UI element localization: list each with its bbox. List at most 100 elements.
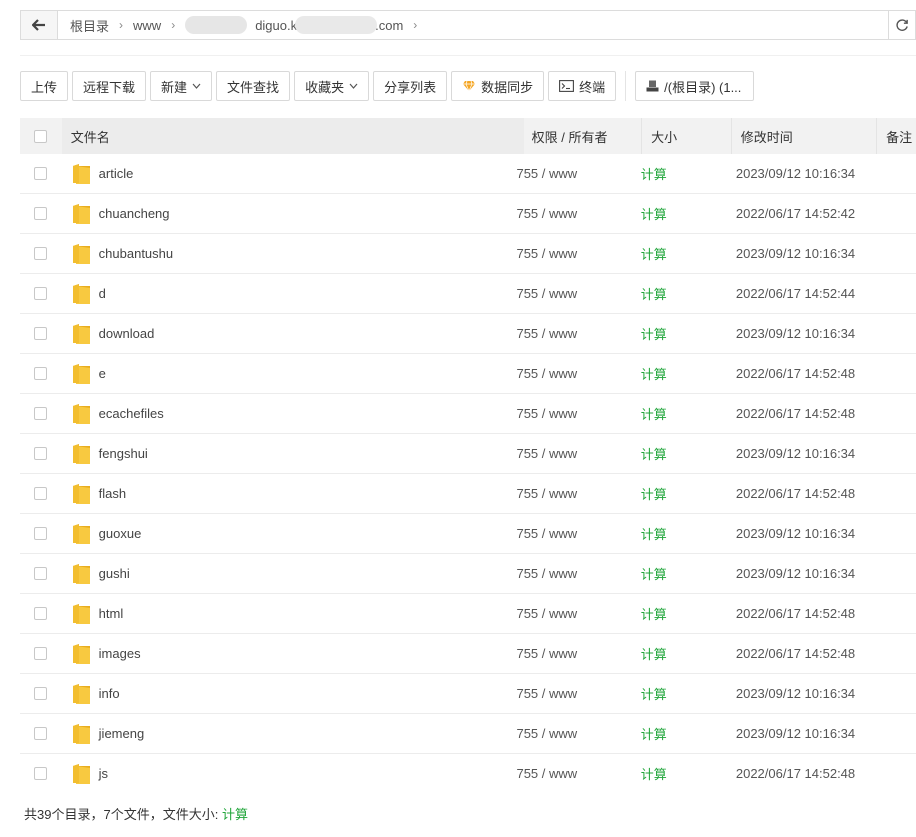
row-checkbox[interactable]	[33, 647, 47, 660]
remote-download-button[interactable]: 远程下载	[72, 71, 147, 101]
row-checkbox[interactable]	[33, 407, 47, 420]
data-sync-button[interactable]: 数据同步	[451, 71, 545, 101]
perm-owner[interactable]: 755 / www	[508, 646, 632, 661]
row-checkbox[interactable]	[33, 567, 47, 580]
select-all-checkbox[interactable]	[34, 129, 48, 143]
perm-owner[interactable]: 755 / www	[508, 566, 632, 581]
file-name[interactable]: d	[99, 286, 106, 301]
table-row[interactable]: images 755 / www 计算 2022/06/17 14:52:48	[20, 634, 916, 674]
terminal-button[interactable]: 终端	[548, 71, 617, 101]
table-row[interactable]: fengshui 755 / www 计算 2023/09/12 10:16:34	[20, 434, 916, 474]
row-checkbox[interactable]	[33, 527, 47, 540]
file-name[interactable]: download	[99, 326, 155, 341]
size-calc-link[interactable]: 计算	[633, 524, 728, 543]
table-row[interactable]: article 755 / www 计算 2023/09/12 10:16:34	[20, 154, 916, 194]
disk-button[interactable]: /(根目录) (1...	[635, 71, 755, 101]
perm-owner[interactable]: 755 / www	[508, 166, 632, 181]
size-calc-link[interactable]: 计算	[633, 164, 728, 183]
size-calc-link[interactable]: 计算	[633, 244, 728, 263]
table-row[interactable]: chubantushu 755 / www 计算 2023/09/12 10:16:3…	[20, 234, 916, 274]
row-checkbox[interactable]	[33, 167, 47, 180]
breadcrumb-site-part1[interactable]: diguo.k	[251, 18, 297, 33]
file-name[interactable]: js	[99, 766, 108, 781]
table-row[interactable]: d 755 / www 计算 2022/06/17 14:52:44	[20, 274, 916, 314]
header-name[interactable]: 文件名	[62, 118, 522, 154]
row-checkbox[interactable]	[33, 607, 47, 620]
perm-owner[interactable]: 755 / www	[508, 606, 632, 621]
table-row[interactable]: chuancheng 755 / www 计算 2022/06/17 14:52:42	[20, 194, 916, 234]
file-name[interactable]: article	[99, 166, 134, 181]
size-calc-link[interactable]: 计算	[633, 604, 728, 623]
perm-owner[interactable]: 755 / www	[508, 726, 632, 741]
new-dropdown-button[interactable]: 新建	[150, 71, 213, 101]
row-checkbox[interactable]	[33, 367, 47, 380]
breadcrumb-root[interactable]: 根目录	[66, 16, 113, 35]
table-row[interactable]: e 755 / www 计算 2022/06/17 14:52:48	[20, 354, 916, 394]
size-calc-link[interactable]: 计算	[633, 444, 728, 463]
size-calc-link[interactable]: 计算	[633, 364, 728, 383]
file-name[interactable]: guoxue	[99, 526, 142, 541]
favorites-dropdown-button[interactable]: 收藏夹	[294, 71, 370, 101]
table-row[interactable]: guoxue 755 / www 计算 2023/09/12 10:16:34	[20, 514, 916, 554]
size-calc-link[interactable]: 计算	[633, 684, 728, 703]
perm-owner[interactable]: 755 / www	[508, 526, 632, 541]
breadcrumb-www[interactable]: www	[129, 18, 165, 33]
header-mtime[interactable]: 修改时间	[730, 118, 876, 154]
header-size[interactable]: 大小	[641, 118, 731, 154]
file-name[interactable]: e	[99, 366, 106, 381]
file-search-button[interactable]: 文件查找	[216, 71, 291, 101]
table-row[interactable]: ecachefiles 755 / www 计算 2022/06/17 14:52:4…	[20, 394, 916, 434]
table-row[interactable]: html 755 / www 计算 2022/06/17 14:52:48	[20, 594, 916, 634]
breadcrumb-site-part2[interactable]: .com	[375, 18, 407, 33]
file-name[interactable]: fengshui	[99, 446, 148, 461]
total-size-calc-link[interactable]: 计算	[222, 807, 248, 822]
file-name[interactable]: flash	[99, 486, 126, 501]
row-checkbox[interactable]	[33, 287, 47, 300]
file-name[interactable]: ecachefiles	[99, 406, 164, 421]
back-button[interactable]	[21, 11, 58, 39]
refresh-button[interactable]	[888, 11, 915, 39]
row-checkbox[interactable]	[33, 247, 47, 260]
header-perm[interactable]: 权限 / 所有者	[521, 118, 641, 154]
size-calc-link[interactable]: 计算	[633, 324, 728, 343]
file-name[interactable]: info	[99, 686, 120, 701]
table-row[interactable]: download 755 / www 计算 2023/09/12 10:16:34	[20, 314, 916, 354]
perm-owner[interactable]: 755 / www	[508, 406, 632, 421]
size-calc-link[interactable]: 计算	[633, 564, 728, 583]
perm-owner[interactable]: 755 / www	[508, 686, 632, 701]
table-row[interactable]: flash 755 / www 计算 2022/06/17 14:52:48	[20, 474, 916, 514]
file-name[interactable]: chuancheng	[99, 206, 170, 221]
row-checkbox[interactable]	[33, 207, 47, 220]
table-row[interactable]: info 755 / www 计算 2023/09/12 10:16:34	[20, 674, 916, 714]
row-checkbox[interactable]	[33, 687, 47, 700]
table-row[interactable]: js 755 / www 计算 2022/06/17 14:52:48	[20, 754, 916, 787]
size-calc-link[interactable]: 计算	[633, 204, 728, 223]
file-name[interactable]: html	[99, 606, 124, 621]
file-name[interactable]: gushi	[99, 566, 130, 581]
size-calc-link[interactable]: 计算	[633, 724, 728, 743]
perm-owner[interactable]: 755 / www	[508, 206, 632, 221]
perm-owner[interactable]: 755 / www	[508, 446, 632, 461]
size-calc-link[interactable]: 计算	[633, 404, 728, 423]
perm-owner[interactable]: 755 / www	[508, 286, 632, 301]
file-name[interactable]: chubantushu	[99, 246, 173, 261]
file-name[interactable]: jiemeng	[99, 726, 145, 741]
perm-owner[interactable]: 755 / www	[508, 766, 632, 781]
file-name[interactable]: images	[99, 646, 141, 661]
row-checkbox[interactable]	[33, 767, 47, 780]
table-row[interactable]: jiemeng 755 / www 计算 2023/09/12 10:16:34	[20, 714, 916, 754]
size-calc-link[interactable]: 计算	[633, 484, 728, 503]
perm-owner[interactable]: 755 / www	[508, 326, 632, 341]
perm-owner[interactable]: 755 / www	[508, 246, 632, 261]
row-checkbox[interactable]	[33, 727, 47, 740]
table-row[interactable]: gushi 755 / www 计算 2023/09/12 10:16:34	[20, 554, 916, 594]
perm-owner[interactable]: 755 / www	[508, 486, 632, 501]
size-calc-link[interactable]: 计算	[633, 764, 728, 783]
upload-button[interactable]: 上传	[20, 71, 69, 101]
row-checkbox[interactable]	[33, 487, 47, 500]
size-calc-link[interactable]: 计算	[633, 644, 728, 663]
row-checkbox[interactable]	[33, 327, 47, 340]
size-calc-link[interactable]: 计算	[633, 284, 728, 303]
perm-owner[interactable]: 755 / www	[508, 366, 632, 381]
row-checkbox[interactable]	[33, 447, 47, 460]
